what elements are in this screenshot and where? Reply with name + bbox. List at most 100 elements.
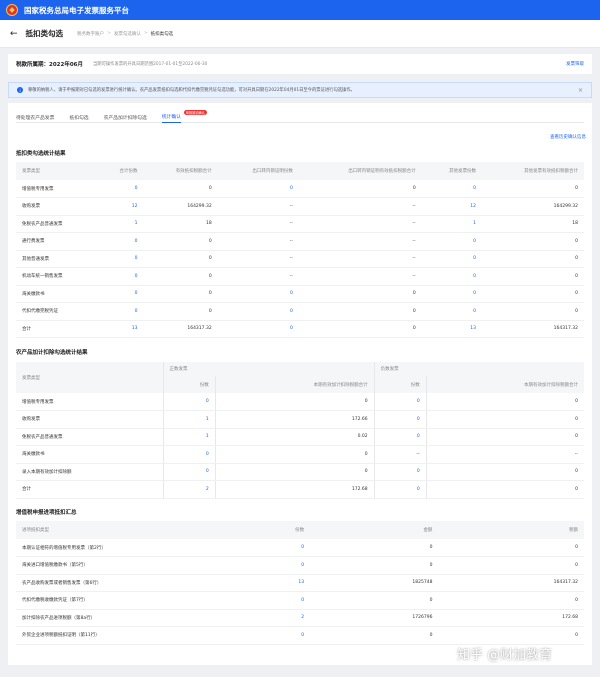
row-label-cell: 加计扣除农产品进项税额（第8a行） <box>16 609 226 627</box>
count-link-cell[interactable]: 1 <box>97 215 144 233</box>
value-cell: -- <box>217 250 299 268</box>
value-cell: 0 <box>438 539 584 557</box>
table-row: 增值税专用发票 0 0 0 0 <box>16 393 584 411</box>
count-link-cell[interactable]: 1 <box>162 428 216 446</box>
count-link-cell[interactable]: 0 <box>162 393 216 411</box>
count-link-cell[interactable]: 1 <box>421 215 482 233</box>
value-cell: 0 <box>310 556 439 575</box>
count-link-cell[interactable]: 0 <box>97 180 144 198</box>
breadcrumb-item-confirm[interactable]: 发票勾选确认 <box>114 31 141 37</box>
column-header: 有效抵扣税额合计 <box>175 169 212 174</box>
value-cell: 0 <box>310 591 439 610</box>
table-row: 本期认证相符的增值税专用发票（第2行） 0 0 0 <box>16 539 584 557</box>
count-link-cell[interactable]: 0 <box>421 302 482 321</box>
value-cell: 0 <box>310 539 439 557</box>
count-link-cell[interactable]: 0 <box>226 626 311 645</box>
row-label-cell: 机动车统一销售发票 <box>16 267 98 286</box>
count-link-cell[interactable]: 0 <box>373 428 427 446</box>
count-link-cell[interactable]: 13 <box>421 320 482 338</box>
value-cell: 0 <box>425 393 584 411</box>
value-cell: 1726796 <box>310 609 439 627</box>
breadcrumb-bar: ← 抵扣类勾选 税务数字账户 > 发票勾选确认 > 抵扣类勾选 <box>0 20 600 48</box>
tab-agri-extra-deduct[interactable]: 农产品加计扣除勾选 <box>104 111 147 123</box>
close-icon[interactable]: × <box>578 87 583 94</box>
tab-statistics-confirm[interactable]: 统计确认 申报期请确认 <box>161 110 207 123</box>
row-label-cell: 代扣代缴税收缴款凭证（第7行） <box>16 591 226 610</box>
count-link-cell[interactable]: 0 <box>162 445 216 464</box>
tab-deduct-check[interactable]: 抵扣勾选 <box>69 111 88 123</box>
value-cell: 0 <box>310 626 439 645</box>
breadcrumb-separator: > <box>143 31 148 36</box>
row-label-cell: 免税农产品普通发票 <box>16 215 98 233</box>
column-header: 其他发票有效抵扣税额合计 <box>524 169 578 174</box>
row-label-cell: 代扣代缴完税凭证 <box>16 302 98 321</box>
back-arrow-icon[interactable]: ← <box>10 29 18 39</box>
count-link-cell[interactable]: 0 <box>97 232 144 251</box>
value-cell: 164317.32 <box>143 320 218 338</box>
table-row: 加计扣除农产品进项税额（第8a行） 2 1726796 172.68 <box>16 609 584 627</box>
column-header: 份数 <box>162 376 216 393</box>
section-title-agri-stats: 农产品加计扣除勾选统计结果 <box>16 350 88 356</box>
row-label-cell: 增值税专用发票 <box>16 393 164 411</box>
value-cell: -- <box>373 445 427 464</box>
row-label-cell: 录入本期有效加计扣除额 <box>16 463 164 481</box>
breadcrumb-item-account[interactable]: 税务数字账户 <box>77 31 104 37</box>
history-link[interactable]: 查看历史确认信息 <box>550 134 586 140</box>
row-label-cell: 其他普通发票 <box>16 250 98 268</box>
value-cell: 0 <box>481 285 584 303</box>
info-icon: i <box>17 87 23 93</box>
period-note: 当期可操作发票的开具日期范围2017-01-01至2022-06-30 <box>92 62 208 67</box>
count-link-cell[interactable]: 0 <box>421 267 482 286</box>
count-link-cell[interactable]: 2 <box>162 480 216 499</box>
table-row: 海关进口增值税缴款书（第5行） 0 0 0 <box>16 556 584 575</box>
value-cell: -- <box>217 197 299 216</box>
row-label-cell: 海关进口增值税缴款书（第5行） <box>16 556 226 575</box>
count-link-cell[interactable]: 0 <box>226 591 311 610</box>
count-link-cell[interactable]: 13 <box>226 574 311 592</box>
value-cell: 0 <box>143 267 218 286</box>
count-link-cell[interactable]: 0 <box>97 250 144 268</box>
value-cell: 18 <box>143 215 218 233</box>
column-group-header: 负数发票 <box>373 362 584 376</box>
count-link-cell[interactable]: 0 <box>162 463 216 481</box>
count-link-cell[interactable]: 0 <box>226 539 311 557</box>
count-link-cell[interactable]: 0 <box>421 180 482 198</box>
column-header: 份数 <box>373 376 427 393</box>
count-link-cell[interactable]: 0 <box>373 393 427 411</box>
value-cell: 0 <box>481 250 584 268</box>
count-link-cell[interactable]: 0 <box>421 232 482 251</box>
count-link-cell[interactable]: 0 <box>97 285 144 303</box>
table-row: 海关缴款书 0 0 -- -- <box>16 445 584 464</box>
value-cell: 164317.32 <box>481 320 584 338</box>
count-link-cell[interactable]: 0 <box>373 480 427 499</box>
row-label-cell: 免税农产品普通发票 <box>16 428 164 446</box>
count-link-cell[interactable]: 0 <box>373 463 427 481</box>
count-link-cell[interactable]: 0 <box>217 320 299 338</box>
count-link-cell[interactable]: 0 <box>373 410 427 429</box>
count-link-cell[interactable]: 1 <box>162 410 216 429</box>
count-link-cell[interactable]: 0 <box>217 285 299 303</box>
column-header: 合计份数 <box>119 169 138 174</box>
count-link-cell[interactable]: 0 <box>217 302 299 321</box>
count-link-cell[interactable]: 12 <box>97 197 144 216</box>
value-cell: 172.68 <box>214 480 375 499</box>
count-link-cell[interactable]: 0 <box>217 180 299 198</box>
tab-pending-agri[interactable]: 待处理农产品发票 <box>16 111 54 123</box>
count-link-cell[interactable]: 0 <box>97 302 144 321</box>
count-link-cell[interactable]: 12 <box>421 197 482 216</box>
count-link-cell[interactable]: 0 <box>97 267 144 286</box>
count-link-cell[interactable]: 0 <box>421 250 482 268</box>
count-link-cell[interactable]: 2 <box>226 609 311 627</box>
count-link-cell[interactable]: 13 <box>97 320 144 338</box>
value-cell: 0 <box>143 250 218 268</box>
value-cell: -- <box>298 197 422 216</box>
value-cell: 164299.32 <box>481 197 584 216</box>
count-link-cell[interactable]: 0 <box>421 285 482 303</box>
table-row: 收购发票 12 164299.32 -- -- 12 164299.32 <box>16 197 584 216</box>
tax-period-bar: 税款所属期： 2022年06月 当期可操作发票的开具日期范围2017-01-01… <box>8 54 592 74</box>
tab-bar: 待处理农产品发票 抵扣勾选 农产品加计扣除勾选 统计确认 申报期请确认 <box>16 110 584 123</box>
table-row: 外贸企业进项税额抵扣证明（第11行） 0 0 0 <box>16 626 584 645</box>
row-label-cell: 海关缴款书 <box>16 445 164 464</box>
invoice-filter-link[interactable]: 发票筛取 <box>566 61 584 67</box>
count-link-cell[interactable]: 0 <box>226 556 311 575</box>
